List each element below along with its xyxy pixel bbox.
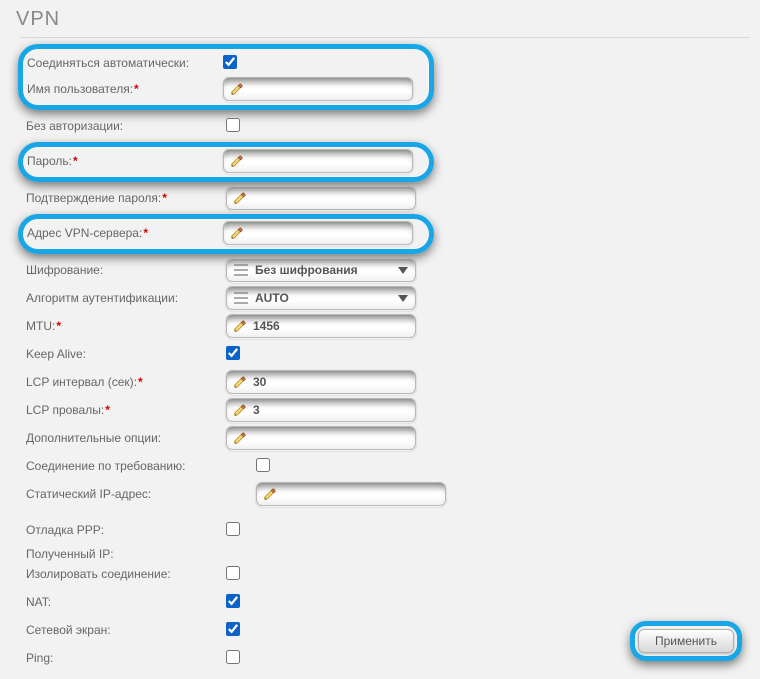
row-auto-connect: Соединяться автоматически: bbox=[27, 51, 425, 75]
password-input[interactable] bbox=[223, 149, 413, 173]
row-lcp-interval: LCP интервал (сек):* bbox=[26, 370, 758, 394]
row-keepalive: Keep Alive: bbox=[26, 342, 758, 366]
server-input[interactable] bbox=[223, 221, 413, 245]
ppp-debug-checkbox[interactable] bbox=[226, 522, 240, 536]
label-on-demand: Соединение по требованию: bbox=[26, 459, 256, 473]
label-encryption: Шифрование: bbox=[26, 263, 226, 277]
row-username: Имя пользователя:* bbox=[27, 77, 425, 101]
highlight-group-3: Адрес VPN-сервера:* bbox=[18, 214, 434, 254]
ping-checkbox[interactable] bbox=[226, 650, 240, 664]
row-isolate: Изолировать соединение: bbox=[26, 562, 758, 586]
row-password: Пароль:* bbox=[27, 149, 425, 173]
password-confirm-input[interactable] bbox=[226, 186, 416, 210]
row-on-demand: Соединение по требованию: bbox=[26, 454, 758, 478]
auth-algo-select[interactable]: AUTO bbox=[226, 286, 416, 310]
label-password-confirm: Подтверждение пароля:* bbox=[26, 191, 226, 205]
label-firewall: Сетевой экран: bbox=[26, 623, 226, 637]
row-received-ip: Полученный IP: bbox=[26, 546, 758, 562]
row-lcp-fails: LCP провалы:* bbox=[26, 398, 758, 422]
label-password: Пароль:* bbox=[27, 154, 223, 168]
row-encryption: Шифрование: Без шифрования bbox=[26, 258, 758, 282]
static-ip-input[interactable] bbox=[256, 482, 446, 506]
label-ping: Ping: bbox=[26, 651, 226, 665]
row-ppp-debug: Отладка PPP: bbox=[26, 518, 758, 542]
label-no-auth: Без авторизации: bbox=[26, 119, 226, 133]
encryption-select[interactable]: Без шифрования bbox=[226, 258, 416, 282]
row-nat: NAT: bbox=[26, 590, 758, 614]
row-mtu: MTU:* bbox=[26, 314, 758, 338]
page-title: VPN bbox=[16, 8, 758, 31]
mtu-input[interactable] bbox=[226, 314, 416, 338]
label-auto-connect: Соединяться автоматически: bbox=[27, 56, 223, 70]
keepalive-checkbox[interactable] bbox=[226, 346, 240, 360]
vpn-form: Соединяться автоматически: Имя пользоват… bbox=[2, 44, 758, 670]
label-nat: NAT: bbox=[26, 595, 226, 609]
label-extra-opts: Дополнительные опции: bbox=[26, 431, 226, 445]
nat-checkbox[interactable] bbox=[226, 594, 240, 608]
highlight-group-1: Соединяться автоматически: Имя пользоват… bbox=[18, 44, 434, 110]
row-auth-algo: Алгоритм аутентификации: AUTO bbox=[26, 286, 758, 310]
apply-button[interactable]: Применить bbox=[638, 629, 734, 653]
isolate-checkbox[interactable] bbox=[226, 566, 240, 580]
row-extra-opts: Дополнительные опции: bbox=[26, 426, 758, 450]
label-isolate: Изолировать соединение: bbox=[26, 567, 226, 581]
extra-opts-input[interactable] bbox=[226, 426, 416, 450]
row-static-ip: Статический IP-адрес: bbox=[26, 482, 758, 506]
separator bbox=[20, 37, 750, 38]
label-server: Адрес VPN-сервера:* bbox=[27, 226, 223, 240]
username-input[interactable] bbox=[223, 77, 413, 101]
lcp-interval-input[interactable] bbox=[226, 370, 416, 394]
auto-connect-checkbox[interactable] bbox=[223, 55, 237, 69]
row-password-confirm: Подтверждение пароля:* bbox=[26, 186, 758, 210]
on-demand-checkbox[interactable] bbox=[256, 458, 270, 472]
label-ppp-debug: Отладка PPP: bbox=[26, 523, 226, 537]
label-lcp-fails: LCP провалы:* bbox=[26, 403, 226, 417]
highlight-apply: Применить bbox=[630, 621, 742, 661]
label-lcp-interval: LCP интервал (сек):* bbox=[26, 375, 226, 389]
firewall-checkbox[interactable] bbox=[226, 622, 240, 636]
label-auth-algo: Алгоритм аутентификации: bbox=[26, 291, 226, 305]
highlight-group-2: Пароль:* bbox=[18, 142, 434, 182]
lcp-fails-input[interactable] bbox=[226, 398, 416, 422]
label-static-ip: Статический IP-адрес: bbox=[26, 487, 226, 501]
label-received-ip: Полученный IP: bbox=[26, 547, 226, 561]
no-auth-checkbox[interactable] bbox=[226, 118, 240, 132]
row-server: Адрес VPN-сервера:* bbox=[27, 221, 425, 245]
row-no-auth: Без авторизации: bbox=[26, 114, 758, 138]
label-mtu: MTU:* bbox=[26, 319, 226, 333]
label-keepalive: Keep Alive: bbox=[26, 347, 226, 361]
label-username: Имя пользователя:* bbox=[27, 82, 223, 96]
